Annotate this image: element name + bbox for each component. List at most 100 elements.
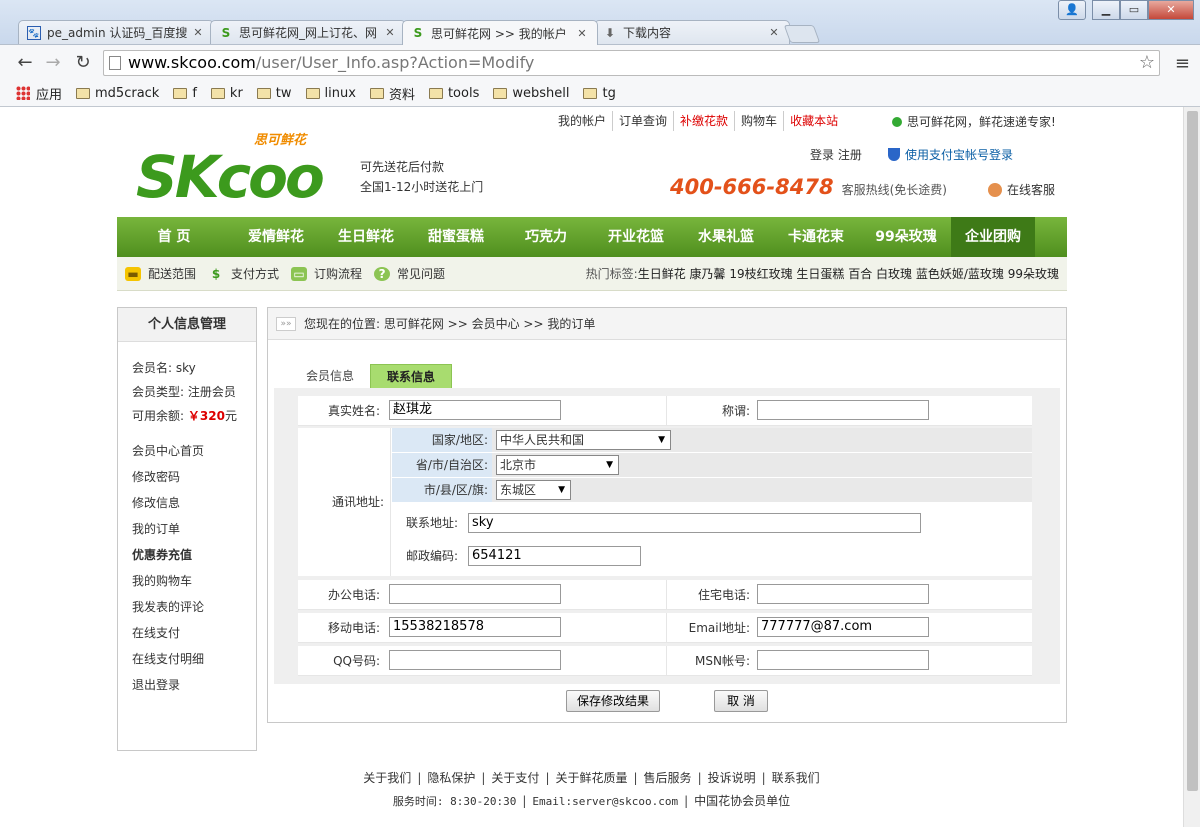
office-phone-label: 办公电话: [327, 588, 380, 602]
nav-home[interactable]: 首 页 [117, 217, 231, 257]
maximize-button[interactable]: ▭ [1120, 0, 1148, 20]
footer-link-quality[interactable]: 关于鲜花质量 [555, 771, 627, 785]
nav-opening-baskets[interactable]: 开业花篮 [591, 217, 681, 257]
cart-link[interactable]: 购物车 [734, 111, 783, 131]
sidebar-item-my-comments[interactable]: 我发表的评论 [132, 594, 256, 620]
new-tab-button[interactable] [783, 25, 821, 43]
bookmark-folder[interactable]: md5crack [76, 86, 159, 101]
nav-cartoon-bouquets[interactable]: 卡通花束 [771, 217, 861, 257]
faq-link[interactable]: ? 常见问题 [374, 265, 445, 282]
my-account-link[interactable]: 我的帐户 [552, 111, 612, 131]
logo-chinese: 思可鲜花 [254, 133, 307, 148]
tab-close-icon[interactable]: ✕ [383, 26, 397, 39]
tab-member-info[interactable]: 会员信息 [290, 364, 370, 388]
bookmark-folder[interactable]: kr [210, 86, 243, 101]
bookmarks-bar: 应用 md5crack f kr tw linux 资料 tools websh… [0, 80, 1200, 107]
hot-tags-list[interactable]: 生日鲜花 康乃馨 19枝红玫瑰 生日蛋糕 百合 白玫瑰 蓝色妖姬/蓝玫瑰 99朵… [638, 267, 1059, 281]
bookmark-folder[interactable]: webshell [493, 86, 569, 101]
browser-tab[interactable]: ⬇ 下载内容 ✕ [594, 20, 790, 44]
sidebar-item-my-cart[interactable]: 我的购物车 [132, 568, 256, 594]
menu-icon[interactable]: ≡ [1175, 53, 1190, 74]
browser-tab-active[interactable]: S 思可鲜花网 >> 我的帐户 ✕ [402, 20, 598, 45]
realname-input[interactable]: 赵琪龙 [389, 400, 561, 420]
pay-balance-link[interactable]: 补缴花款 [673, 111, 734, 131]
forward-arrow-icon[interactable]: → [42, 52, 64, 74]
address-bar[interactable]: www.skcoo.com/user/User_Info.asp?Action=… [103, 50, 1160, 76]
tab-close-icon[interactable]: ✕ [767, 26, 781, 39]
footer-link-contact[interactable]: 联系我们 [772, 771, 820, 785]
minimize-button[interactable]: ▁ [1092, 0, 1120, 20]
district-row: 市/县/区/旗: 东城区 ▼ [392, 478, 1032, 503]
nav-99-roses[interactable]: 99朵玫瑰 [861, 217, 951, 257]
district-label: 市/县/区/旗: [392, 478, 492, 502]
mobile-input[interactable]: 15538218578 [389, 617, 561, 637]
district-select[interactable]: 东城区 ▼ [496, 480, 571, 500]
sidebar-item-payment-details[interactable]: 在线支付明细 [132, 646, 256, 672]
tab-title: 思可鲜花网 >> 我的帐户 [431, 26, 567, 41]
browser-tab[interactable]: S 思可鲜花网_网上订花、网 ✕ [210, 20, 406, 44]
nav-corporate[interactable]: 企业团购 [951, 217, 1035, 257]
home-phone-input[interactable] [757, 584, 929, 604]
tab-close-icon[interactable]: ✕ [191, 26, 205, 39]
bookmark-star-icon[interactable]: ☆ [1139, 51, 1155, 75]
sidebar-item-edit-info[interactable]: 修改信息 [132, 490, 256, 516]
bookmark-folder[interactable]: linux [305, 86, 356, 101]
sidebar-item-online-payment[interactable]: 在线支付 [132, 620, 256, 646]
footer-link-payment[interactable]: 关于支付 [491, 771, 539, 785]
delivery-range-link[interactable]: ▬ 配送范围 [125, 265, 196, 282]
payment-method-link[interactable]: $ 支付方式 [208, 265, 279, 282]
order-query-link[interactable]: 订单查询 [612, 111, 673, 131]
cancel-button[interactable]: 取 消 [714, 690, 768, 712]
order-process-link[interactable]: ▭ 订购流程 [291, 265, 362, 282]
site-logo[interactable]: SKcoo 思可鲜花 [136, 125, 356, 211]
bookmark-apps[interactable]: 应用 [16, 84, 62, 103]
bookmark-folder[interactable]: f [173, 86, 197, 101]
nav-love-flowers[interactable]: 爱情鲜花 [231, 217, 321, 257]
online-service[interactable]: 在线客服 [988, 181, 1055, 198]
close-window-button[interactable]: ✕ [1148, 0, 1194, 20]
sidebar-item-member-home[interactable]: 会员中心首页 [132, 438, 256, 464]
browser-tab[interactable]: 🐾 pe_admin 认证码_百度搜 ✕ [18, 20, 214, 44]
footer-link-privacy[interactable]: 隐私保护 [427, 771, 475, 785]
tab-contact-info[interactable]: 联系信息 [370, 364, 453, 388]
bookmark-folder[interactable]: tw [256, 86, 292, 101]
nav-fruit-baskets[interactable]: 水果礼篮 [681, 217, 771, 257]
footer-link-about[interactable]: 关于我们 [363, 771, 411, 785]
alipay-login[interactable]: 使用支付宝帐号登录 [888, 146, 1013, 163]
contact-address-input[interactable]: sky [468, 513, 921, 533]
reload-icon[interactable]: ↻ [72, 52, 94, 74]
back-arrow-icon[interactable]: ← [14, 52, 36, 74]
page-scrollbar[interactable] [1183, 107, 1200, 827]
nav-chocolate[interactable]: 巧克力 [501, 217, 591, 257]
email-input[interactable]: 777777@87.com [757, 617, 929, 637]
nav-birthday-flowers[interactable]: 生日鲜花 [321, 217, 411, 257]
bookmark-folder[interactable]: tools [428, 86, 479, 101]
footer-link-aftersales[interactable]: 售后服务 [644, 771, 692, 785]
sidebar-item-coupon-recharge[interactable]: 优惠券充值 [132, 542, 256, 568]
user-icon[interactable]: 👤 [1058, 0, 1086, 20]
sidebar-item-logout[interactable]: 退出登录 [132, 672, 256, 698]
zip-input[interactable]: 654121 [468, 546, 641, 566]
login-link[interactable]: 登录 [810, 148, 834, 162]
office-phone-input[interactable] [389, 584, 561, 604]
footer-link-complaint[interactable]: 投诉说明 [708, 771, 756, 785]
bookmark-label: md5crack [95, 85, 160, 101]
sidebar-item-my-orders[interactable]: 我的订单 [132, 516, 256, 542]
scrollbar-thumb[interactable] [1187, 111, 1198, 791]
favorite-site-link[interactable]: 收藏本站 [783, 111, 844, 131]
title-input[interactable] [757, 400, 929, 420]
tab-close-icon[interactable]: ✕ [575, 27, 589, 40]
bookmark-folder[interactable]: 资料 [369, 84, 415, 103]
nav-cakes[interactable]: 甜蜜蛋糕 [411, 217, 501, 257]
register-link[interactable]: 注册 [838, 148, 862, 162]
bookmark-folder[interactable]: tg [583, 86, 616, 101]
sidebar-item-change-password[interactable]: 修改密码 [132, 464, 256, 490]
province-select[interactable]: 北京市 ▼ [496, 455, 619, 475]
qq-input[interactable] [389, 650, 561, 670]
breadcrumb: »» 您现在的位置: 思可鲜花网 >> 会员中心 >> 我的订单 [268, 308, 1066, 340]
footer-email[interactable]: Email:server@skcoo.com [532, 795, 678, 808]
contact-form: 真实姓名: 赵琪龙 称谓: 通讯地址: 国家/地区: 中华人民共和国 ▼ 省/市/… [274, 388, 1060, 684]
msn-input[interactable] [757, 650, 929, 670]
country-select[interactable]: 中华人民共和国 ▼ [496, 430, 671, 450]
save-button[interactable]: 保存修改结果 [566, 690, 660, 712]
